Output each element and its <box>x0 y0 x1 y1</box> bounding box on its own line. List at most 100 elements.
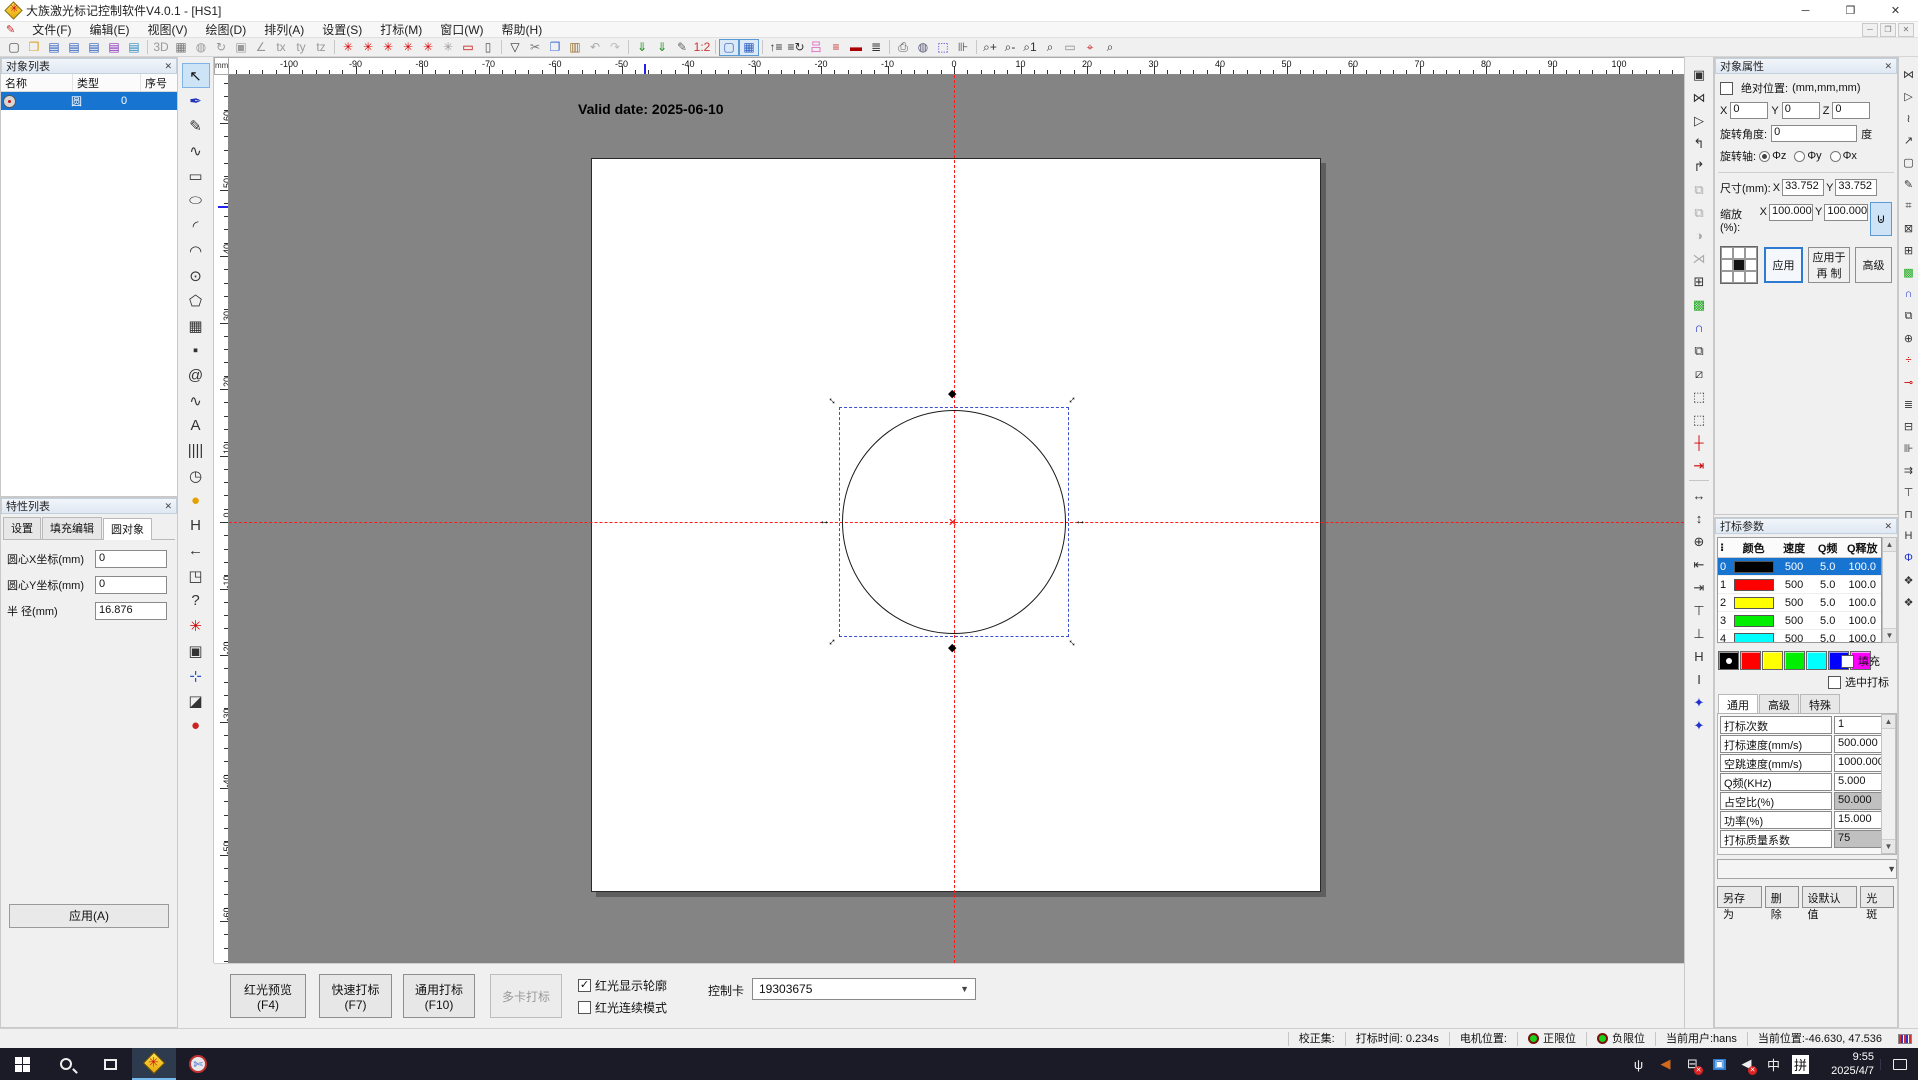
usb-icon[interactable]: ψ <box>1625 1048 1652 1080</box>
polyline-tool[interactable]: ∿ <box>182 138 210 163</box>
node-snap-tool[interactable]: ✦ <box>1687 691 1711 714</box>
equal-hspace-tool[interactable]: H <box>1687 645 1711 668</box>
resize-tool[interactable]: ↗ <box>1900 129 1918 151</box>
laser-mark-3-icon[interactable]: ✳ <box>378 39 398 56</box>
menu-item[interactable]: 绘图(D) <box>197 22 256 38</box>
scroll-down-icon[interactable]: ▼ <box>1882 839 1895 853</box>
bezier-tool[interactable]: ✒ <box>182 88 210 113</box>
save-b-icon[interactable]: ▤ <box>104 39 124 56</box>
zoom-select-icon[interactable]: ⌕ <box>1100 39 1120 56</box>
frame-tool[interactable]: ▣ <box>1687 63 1711 86</box>
bars-icon[interactable]: ▬ <box>846 39 866 56</box>
col-index[interactable]: 序号 <box>141 74 175 91</box>
paste-icon[interactable]: ▥ <box>565 39 585 56</box>
node-b-tool[interactable]: ❖ <box>1900 591 1918 613</box>
property-tab[interactable]: 设置 <box>3 517 41 539</box>
save-v-icon[interactable]: ▤ <box>84 39 104 56</box>
apply-to-copy-button[interactable]: 应用于再 制 <box>1808 247 1850 283</box>
object-row[interactable]: 圆 0 <box>1 92 177 110</box>
align-cross-tool[interactable]: ⊹ <box>182 663 210 688</box>
zoom-out-icon[interactable]: ⌕- <box>1000 39 1020 56</box>
red-continuous-checkbox[interactable]: 红光连续模式 <box>578 999 667 1016</box>
arc-text-tool[interactable]: ∩ <box>1687 316 1711 339</box>
action-center-button[interactable] <box>1880 1059 1918 1070</box>
probe-icon[interactable]: ⌖ <box>1080 39 1100 56</box>
param-tab[interactable]: 高级 <box>1759 694 1799 715</box>
property-tab[interactable]: 填充编辑 <box>42 517 102 539</box>
circle-tool[interactable]: ⊙ <box>182 263 210 288</box>
save-all-icon[interactable]: ▤ <box>64 39 84 56</box>
save-file-icon[interactable]: ▤ <box>44 39 64 56</box>
edit-measure-icon[interactable]: ✎ <box>672 39 692 56</box>
size-x-field[interactable]: 33.752 <box>1782 179 1824 196</box>
control-card-select[interactable]: 19303675 ▼ <box>752 978 976 1000</box>
handle-bottom-center[interactable]: ◆ <box>948 643 956 654</box>
remote-app-icon[interactable]: ▣ <box>1706 1048 1733 1080</box>
quick-mark-button[interactable]: 快速打标(F7) <box>319 974 392 1018</box>
color-swatch[interactable] <box>1784 651 1805 670</box>
zoom-fit-icon[interactable]: ⌕ <box>1040 39 1060 56</box>
scroll-down-icon[interactable]: ▼ <box>1883 628 1896 642</box>
axis-tool[interactable]: Φ <box>1900 547 1918 569</box>
start-button[interactable] <box>0 1048 44 1080</box>
menu-item[interactable]: 编辑(E) <box>81 22 139 38</box>
page-box-icon[interactable]: ▭ <box>1060 39 1080 56</box>
pen-row[interactable]: 3 500 5.0 100.0 <box>1718 612 1881 630</box>
mirror-h-tool[interactable]: ⋈ <box>1687 86 1711 109</box>
param-tab[interactable]: 通用 <box>1718 694 1758 715</box>
align-left-tool[interactable]: ⇤ <box>1687 553 1711 576</box>
restore-button[interactable]: ❐ <box>1828 0 1873 22</box>
download-params-icon[interactable]: ⇓ <box>632 39 652 56</box>
laser-point-tool[interactable]: ✳ <box>182 613 210 638</box>
mark-window-icon[interactable]: ▦ <box>739 39 759 56</box>
pink-pair-icon[interactable]: 吕 <box>806 39 826 56</box>
laser-mark-2-icon[interactable]: ✳ <box>358 39 378 56</box>
pen-row[interactable]: 1 500 5.0 100.0 <box>1718 576 1881 594</box>
menu-item[interactable]: 打标(M) <box>371 22 431 38</box>
ungroup-tool[interactable]: ⧉ <box>1687 201 1711 224</box>
dash-paste-tool[interactable]: ⬚ <box>1687 408 1711 431</box>
orbit-view-icon[interactable]: ◍ <box>191 39 211 56</box>
abs-pos-checkbox[interactable] <box>1720 82 1733 95</box>
param-value-field[interactable]: 15.000 <box>1834 811 1884 829</box>
field-input[interactable]: 0 <box>95 550 167 568</box>
ellipse-tool[interactable]: ⬭ <box>182 188 210 213</box>
bars2-tool[interactable]: ⊪ <box>1900 437 1918 459</box>
param-action-button[interactable]: 设默认值 <box>1802 886 1858 908</box>
dash-copy-tool[interactable]: ⬚ <box>1687 385 1711 408</box>
move-to-point-tool[interactable]: ⇥ <box>1687 454 1711 477</box>
edit-tool[interactable]: ✎ <box>1900 173 1918 195</box>
filter-icon[interactable]: ▽ <box>505 39 525 56</box>
menu-item[interactable]: 窗口(W) <box>431 22 492 38</box>
new-file-icon[interactable]: ▢ <box>4 39 24 56</box>
hspace-tool[interactable]: H <box>1900 525 1918 547</box>
rotate-view-icon[interactable]: ↻ <box>211 39 231 56</box>
menu-item[interactable]: 排列(A) <box>255 22 313 38</box>
red-preview-button[interactable]: 红光预览(F4) <box>230 974 306 1018</box>
laser-mark-4-icon[interactable]: ✳ <box>398 39 418 56</box>
close-button[interactable]: ✕ <box>1873 0 1918 22</box>
z-position-field[interactable]: 0 <box>1832 102 1870 119</box>
taskbar-app-laser[interactable] <box>132 1048 176 1080</box>
wave-tool[interactable]: ∿ <box>182 388 210 413</box>
red-light-frame-icon[interactable]: ▭ <box>458 39 478 56</box>
grid-tool[interactable]: ▦ <box>182 313 210 338</box>
param-value-field[interactable]: 1000.000 <box>1834 754 1884 772</box>
bracket-tool[interactable]: ⊓ <box>1900 503 1918 525</box>
mdi-restore-button[interactable]: ❐ <box>1880 23 1896 37</box>
camera-tool[interactable]: ▣ <box>182 638 210 663</box>
array2-tool[interactable]: ⊞ <box>1900 239 1918 261</box>
polygon-tool[interactable]: ⬠ <box>182 288 210 313</box>
motion-tool[interactable]: H <box>182 513 210 538</box>
taskbar-app-snip[interactable]: ✄ <box>176 1048 220 1080</box>
laser-mark-1-icon[interactable]: ✳ <box>338 39 358 56</box>
param-action-button[interactable]: 光斑 <box>1860 886 1894 908</box>
center-h-tool[interactable]: ↔ <box>1687 484 1711 507</box>
list-tool[interactable]: ≣ <box>1900 393 1918 415</box>
color-swatch[interactable] <box>1718 651 1739 670</box>
help-tool[interactable]: ? <box>182 588 210 613</box>
freehand-tool[interactable]: ✎ <box>182 113 210 138</box>
color-swatch[interactable] <box>1740 651 1761 670</box>
flow-tool[interactable]: ⇉ <box>1900 459 1918 481</box>
laser-mark-multi-icon[interactable]: ✳ <box>438 39 458 56</box>
